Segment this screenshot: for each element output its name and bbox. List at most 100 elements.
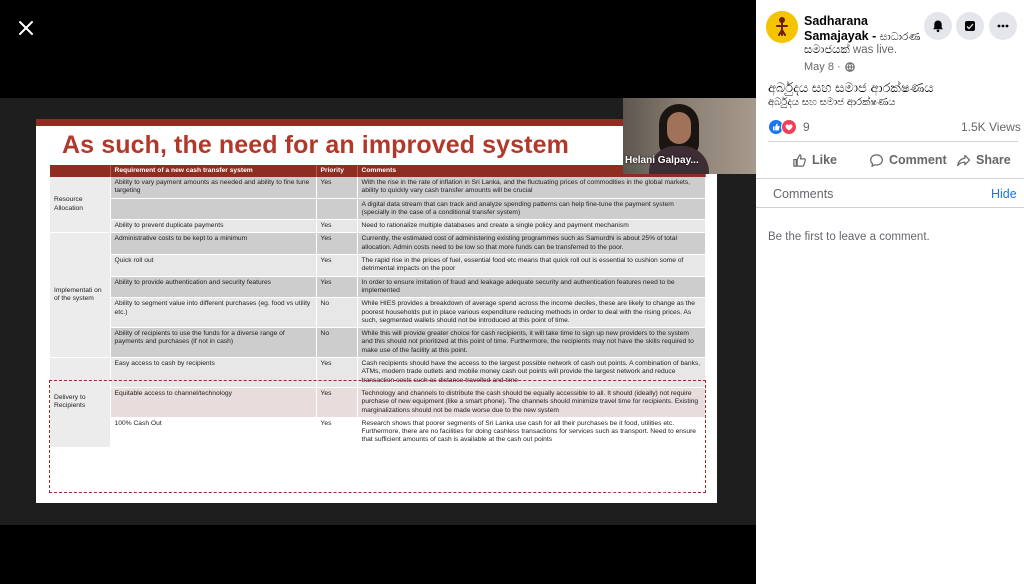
table-cell: Technology and channels to distribute th… bbox=[357, 387, 706, 418]
view-count: 1.5K Views bbox=[961, 120, 1021, 134]
comment-icon bbox=[870, 153, 883, 167]
comments-heading: Comments bbox=[773, 187, 834, 201]
requirements-table: Requirement of a new cash transfer syste… bbox=[50, 165, 706, 448]
table-cell: Need to rationalize multiple databases a… bbox=[357, 219, 706, 234]
post-subtitle: අර්බුදය සහ සමාජ ආරක්ෂණය bbox=[768, 97, 896, 108]
close-icon bbox=[19, 21, 33, 35]
love-reaction-icon bbox=[781, 119, 797, 135]
video-viewer: As such, the need for an improved system… bbox=[0, 0, 756, 584]
thumbs-up-icon bbox=[793, 153, 806, 167]
table-cell: While this will provide greater choice f… bbox=[357, 327, 706, 359]
share-button[interactable]: Share bbox=[956, 151, 1011, 169]
table-cell: Yes bbox=[316, 417, 358, 448]
table-cell: Cash recipients should have the access t… bbox=[357, 357, 706, 388]
post-side-panel: Sadharana Samajayak - සාධාරණ සමාජයක් was… bbox=[756, 0, 1024, 584]
table-cell: Yes bbox=[316, 387, 358, 418]
table-cell: Quick roll out bbox=[110, 254, 317, 277]
table-cell: A digital data stream that can track and… bbox=[357, 198, 706, 221]
table-row: Delivery to Recipients Easy access to ca… bbox=[50, 357, 706, 448]
page-logo-icon bbox=[766, 11, 798, 43]
empty-comments-message: Be the first to leave a comment. bbox=[768, 231, 930, 243]
page-name-sinhala: සාධාරණ bbox=[879, 31, 921, 43]
divider bbox=[768, 141, 1018, 142]
presenter-face bbox=[667, 112, 691, 144]
page-name-text: Sadharana Samajayak - bbox=[804, 14, 880, 43]
globe-icon bbox=[844, 62, 855, 72]
divider bbox=[756, 207, 1024, 208]
table-cell: While HIES provides a breakdown of avera… bbox=[357, 297, 706, 329]
table-row: Ability to segment value into different … bbox=[50, 297, 706, 329]
notifications-button[interactable] bbox=[924, 12, 952, 40]
post-title: අර්බුදය සහ සමාජ ආරක්ෂණය bbox=[768, 80, 934, 95]
table-header: Requirement of a new cash transfer syste… bbox=[110, 165, 317, 177]
divider bbox=[756, 178, 1024, 179]
table-cell: With the rise in the rate of inflation i… bbox=[357, 177, 706, 199]
messenger-button[interactable] bbox=[956, 12, 984, 40]
live-status: සමාජයක් was live. bbox=[804, 44, 897, 57]
table-row: Quick roll out Yes The rapid rise in the… bbox=[50, 254, 706, 277]
bell-icon bbox=[933, 20, 943, 33]
table-cell bbox=[110, 198, 317, 221]
webcam-name-label: Helani Galpay... bbox=[625, 155, 699, 166]
hide-comments-link[interactable]: Hide bbox=[991, 187, 1017, 201]
table-cell: The rapid rise in the prices of fuel, es… bbox=[357, 254, 706, 277]
table-cell: Ability of recipients to use the funds f… bbox=[110, 327, 317, 359]
table-cell: Yes bbox=[316, 357, 358, 388]
table-cell: 100% Cash Out bbox=[110, 417, 317, 448]
table-cell: Easy access to cash by recipients bbox=[110, 357, 317, 388]
live-suffix: was live. bbox=[849, 44, 898, 56]
table-cell: Research shows that poorer segments of S… bbox=[357, 417, 706, 448]
table-cell: Ability to segment value into different … bbox=[110, 297, 317, 329]
table-row: Ability of recipients to use the funds f… bbox=[50, 327, 706, 359]
table-cell: Yes bbox=[316, 219, 358, 234]
table-row: Ability to prevent duplicate payments Ye… bbox=[50, 219, 706, 234]
table-cell: Currently, the estimated cost of adminis… bbox=[357, 232, 706, 256]
table-cell: Ability to prevent duplicate payments bbox=[110, 219, 317, 234]
table-header-row: Requirement of a new cash transfer syste… bbox=[50, 165, 706, 177]
like-label: Like bbox=[812, 153, 838, 167]
webcam-thumbnail[interactable]: Helani Galpay... bbox=[623, 98, 756, 174]
more-options-button[interactable] bbox=[989, 12, 1017, 40]
reaction-icons[interactable] bbox=[768, 119, 797, 135]
table-row: Implementati on of the system Administra… bbox=[50, 232, 706, 359]
more-icon bbox=[997, 24, 1009, 28]
table-row: 100% Cash Out Yes Research shows that po… bbox=[50, 417, 706, 448]
group-label: Resource Allocation bbox=[50, 177, 111, 234]
zoom-watermark: zoom bbox=[606, 470, 687, 506]
live-prefix: සමාජයක් bbox=[804, 44, 850, 56]
table-cell: Administrative costs to be kept to a min… bbox=[110, 232, 317, 256]
slide-title: As such, the need for an improved system bbox=[62, 131, 569, 159]
comment-label: Comment bbox=[889, 153, 947, 167]
page-name[interactable]: Sadharana Samajayak - සාධාරණ bbox=[804, 14, 922, 45]
slide-top-bar bbox=[36, 119, 717, 126]
post-date[interactable]: May 8 · bbox=[804, 61, 855, 73]
comment-button[interactable]: Comment bbox=[869, 151, 947, 169]
table-row: Ability to provide authentication and se… bbox=[50, 276, 706, 299]
table-row: Resource Allocation Ability to vary paym… bbox=[50, 177, 706, 234]
reaction-count[interactable]: 9 bbox=[803, 120, 810, 134]
table-cell: No bbox=[316, 327, 358, 359]
table-cell: Yes bbox=[316, 177, 358, 199]
table-cell: In order to ensure imitation of fraud an… bbox=[357, 276, 706, 299]
close-button[interactable] bbox=[12, 14, 40, 42]
inbox-icon bbox=[965, 21, 975, 31]
table-cell bbox=[316, 198, 358, 221]
table-cell: No bbox=[316, 297, 358, 329]
group-label: Delivery to Recipients bbox=[50, 357, 111, 448]
presentation-slide: As such, the need for an improved system… bbox=[36, 119, 717, 503]
table-cell: Ability to provide authentication and se… bbox=[110, 276, 317, 299]
table-cell: Yes bbox=[316, 254, 358, 277]
table-cell: Ability to vary payment amounts as neede… bbox=[110, 177, 317, 199]
group-label: Implementati on of the system bbox=[50, 232, 111, 359]
table-header bbox=[50, 165, 111, 177]
share-label: Share bbox=[976, 153, 1011, 167]
table-row: A digital data stream that can track and… bbox=[50, 198, 706, 221]
like-button[interactable]: Like bbox=[792, 151, 837, 169]
table-row: Equitable access to channel/technology Y… bbox=[50, 387, 706, 418]
table-cell: Equitable access to channel/technology bbox=[110, 387, 317, 418]
table-cell: Yes bbox=[316, 276, 358, 299]
avatar[interactable] bbox=[766, 11, 798, 43]
table-header: Priority bbox=[316, 165, 358, 177]
post-date-text: May 8 · bbox=[804, 61, 841, 73]
share-icon bbox=[957, 154, 971, 166]
